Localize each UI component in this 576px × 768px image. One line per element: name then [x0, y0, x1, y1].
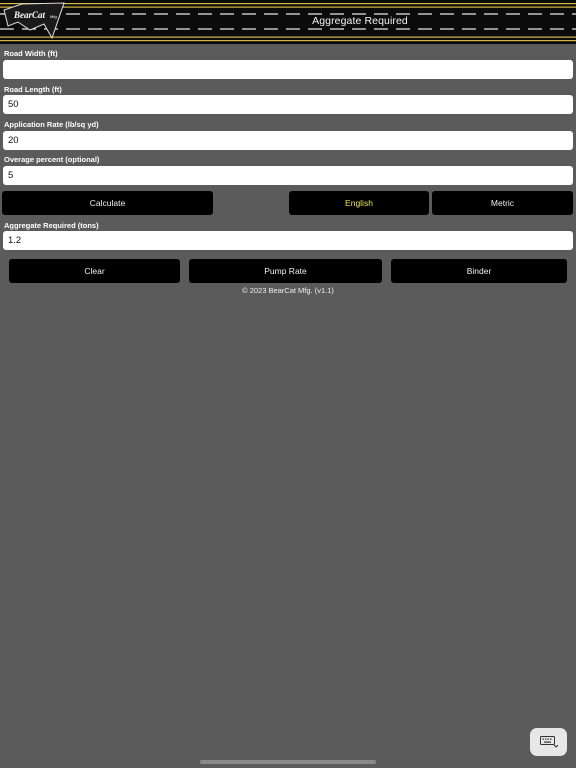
clear-button[interactable]: Clear: [9, 259, 180, 283]
home-indicator: [200, 760, 376, 764]
pump-rate-button[interactable]: Pump Rate: [189, 259, 382, 283]
svg-text:Mfg.: Mfg.: [50, 14, 58, 19]
road-length-input[interactable]: [3, 95, 573, 114]
english-unit-button[interactable]: English: [289, 191, 429, 215]
overage-input[interactable]: [3, 166, 573, 185]
application-rate-input[interactable]: [3, 131, 573, 150]
application-rate-label: Application Rate (lb/sq yd): [4, 120, 99, 129]
keyboard-icon: [539, 736, 558, 748]
calculate-button[interactable]: Calculate: [2, 191, 213, 215]
svg-text:BearCat: BearCat: [13, 10, 46, 20]
bearcat-logo: BearCat Mfg.: [3, 2, 65, 40]
binder-button[interactable]: Binder: [391, 259, 567, 283]
aggregate-required-label: Aggregate Required (tons): [4, 221, 99, 230]
road-width-label: Road Width (ft): [4, 49, 58, 58]
page-title: Aggregate Required: [312, 15, 408, 27]
overage-label: Overage percent (optional): [4, 155, 100, 164]
road-width-input[interactable]: [3, 60, 573, 79]
road-length-label: Road Length (ft): [4, 85, 62, 94]
aggregate-required-output[interactable]: [3, 231, 573, 250]
road-stripes-graphic: [0, 3, 576, 42]
copyright-footer: © 2023 BearCat Mfg. (v1.1): [242, 286, 334, 295]
metric-unit-button[interactable]: Metric: [432, 191, 573, 215]
header-bar: BearCat Mfg. Aggregate Required: [0, 0, 576, 44]
keyboard-toggle-button[interactable]: [530, 728, 567, 756]
